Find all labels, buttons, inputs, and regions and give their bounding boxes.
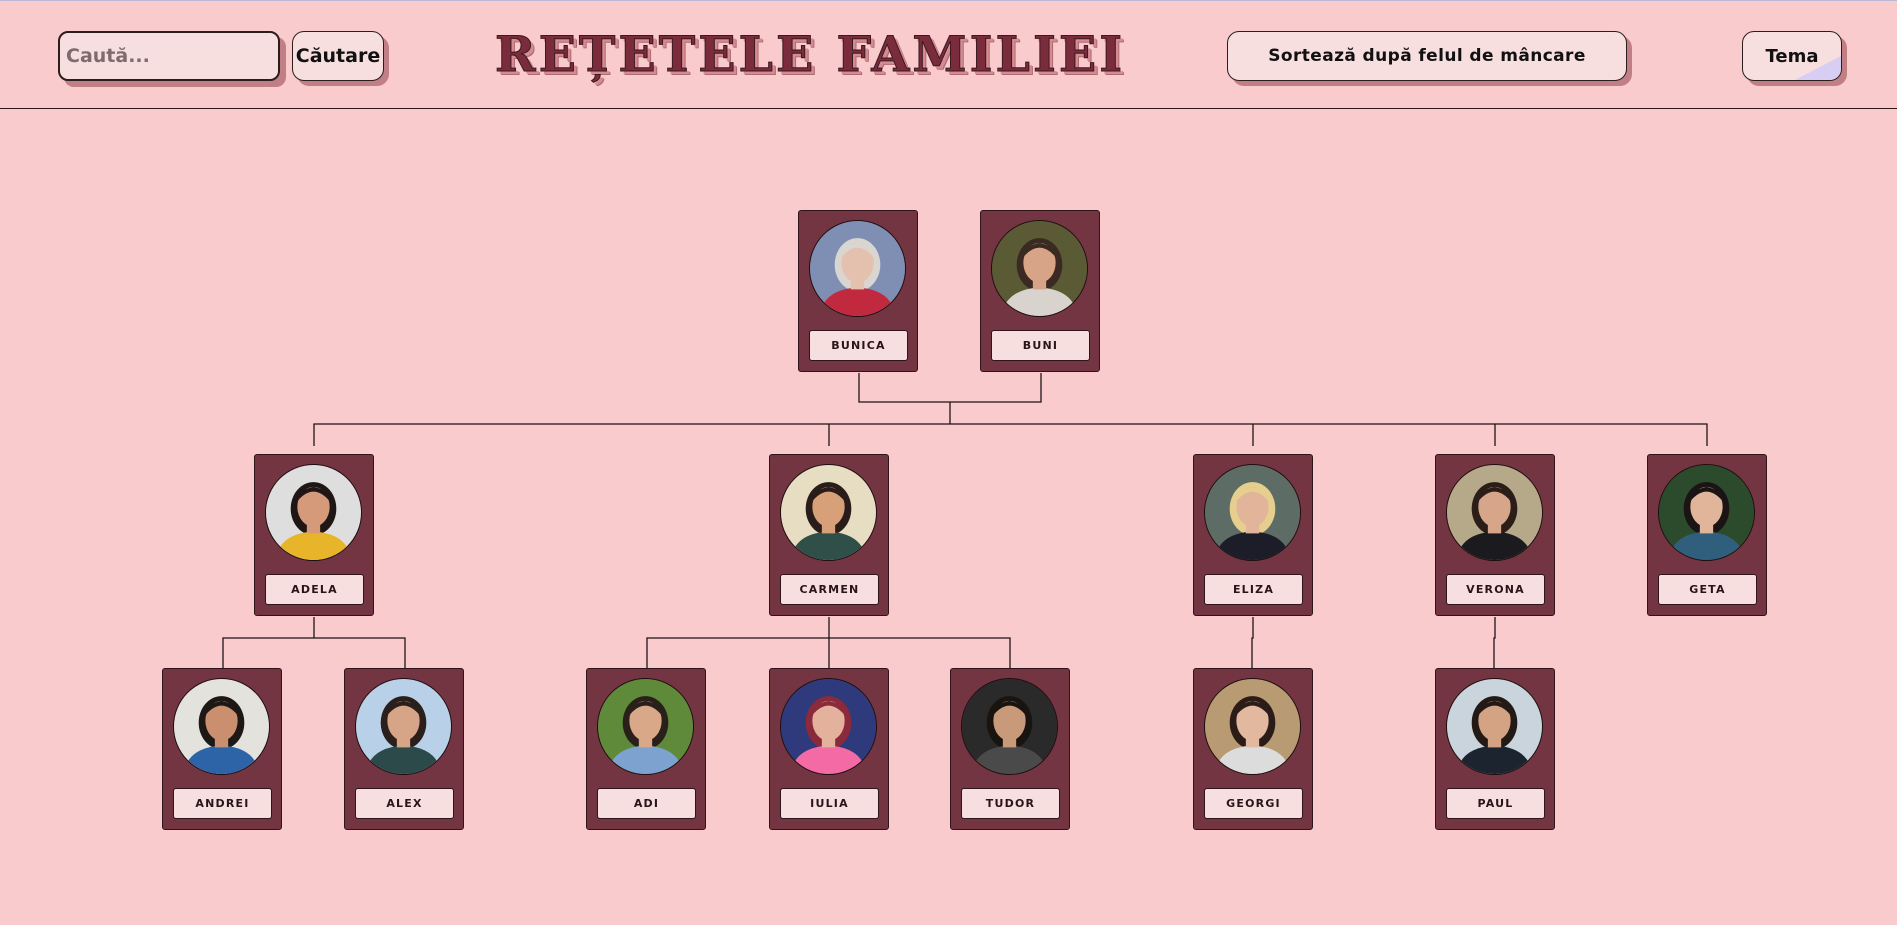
person-photo[interactable] xyxy=(173,678,270,775)
person-name-button[interactable]: ADELA xyxy=(265,574,364,605)
person-photo[interactable] xyxy=(780,464,877,561)
person-photo[interactable] xyxy=(780,678,877,775)
person-card-geta[interactable]: GETA xyxy=(1647,454,1767,616)
person-photo[interactable] xyxy=(265,464,362,561)
person-photo[interactable] xyxy=(809,220,906,317)
person-name-button[interactable]: ANDREI xyxy=(173,788,272,819)
person-card-andrei[interactable]: ANDREI xyxy=(162,668,282,830)
theme-button-label: Tema xyxy=(1765,45,1819,67)
person-card-buni[interactable]: BUNI xyxy=(980,210,1100,372)
search-button[interactable]: Căutare xyxy=(292,31,384,81)
person-card-eliza[interactable]: ELIZA xyxy=(1193,454,1313,616)
person-photo[interactable] xyxy=(1446,464,1543,561)
person-photo[interactable] xyxy=(355,678,452,775)
person-name-button[interactable]: BUNI xyxy=(991,330,1090,361)
person-name-button[interactable]: ELIZA xyxy=(1204,574,1303,605)
person-photo[interactable] xyxy=(961,678,1058,775)
person-photo[interactable] xyxy=(1446,678,1543,775)
person-card-adela[interactable]: ADELA xyxy=(254,454,374,616)
person-name-button[interactable]: BUNICA xyxy=(809,330,908,361)
sort-by-dish-type-button[interactable]: Sortează după felul de mâncare xyxy=(1227,31,1627,81)
person-name-button[interactable]: IULIA xyxy=(780,788,879,819)
person-photo[interactable] xyxy=(1204,678,1301,775)
person-card-iulia[interactable]: IULIA xyxy=(769,668,889,830)
page-title: REȚETELE FAMILIEI xyxy=(494,25,1126,84)
person-card-tudor[interactable]: TUDOR xyxy=(950,668,1070,830)
person-card-bunica[interactable]: BUNICA xyxy=(798,210,918,372)
person-card-verona[interactable]: VERONA xyxy=(1435,454,1555,616)
person-card-georgi[interactable]: GEORGI xyxy=(1193,668,1313,830)
person-name-button[interactable]: PAUL xyxy=(1446,788,1545,819)
person-card-carmen[interactable]: CARMEN xyxy=(769,454,889,616)
person-photo[interactable] xyxy=(1204,464,1301,561)
person-card-alex[interactable]: ALEX xyxy=(344,668,464,830)
header-bar: Căutare REȚETELE FAMILIEI Sortează după … xyxy=(0,0,1897,109)
person-photo[interactable] xyxy=(597,678,694,775)
search-input[interactable] xyxy=(58,31,280,81)
person-photo[interactable] xyxy=(991,220,1088,317)
person-card-adi[interactable]: ADI xyxy=(586,668,706,830)
person-name-button[interactable]: VERONA xyxy=(1446,574,1545,605)
person-name-button[interactable]: GEORGI xyxy=(1204,788,1303,819)
theme-toggle-button[interactable]: Tema xyxy=(1742,31,1842,81)
person-photo[interactable] xyxy=(1658,464,1755,561)
person-card-paul[interactable]: PAUL xyxy=(1435,668,1555,830)
person-name-button[interactable]: ADI xyxy=(597,788,696,819)
person-name-button[interactable]: GETA xyxy=(1658,574,1757,605)
person-name-button[interactable]: CARMEN xyxy=(780,574,879,605)
person-name-button[interactable]: ALEX xyxy=(355,788,454,819)
person-name-button[interactable]: TUDOR xyxy=(961,788,1060,819)
